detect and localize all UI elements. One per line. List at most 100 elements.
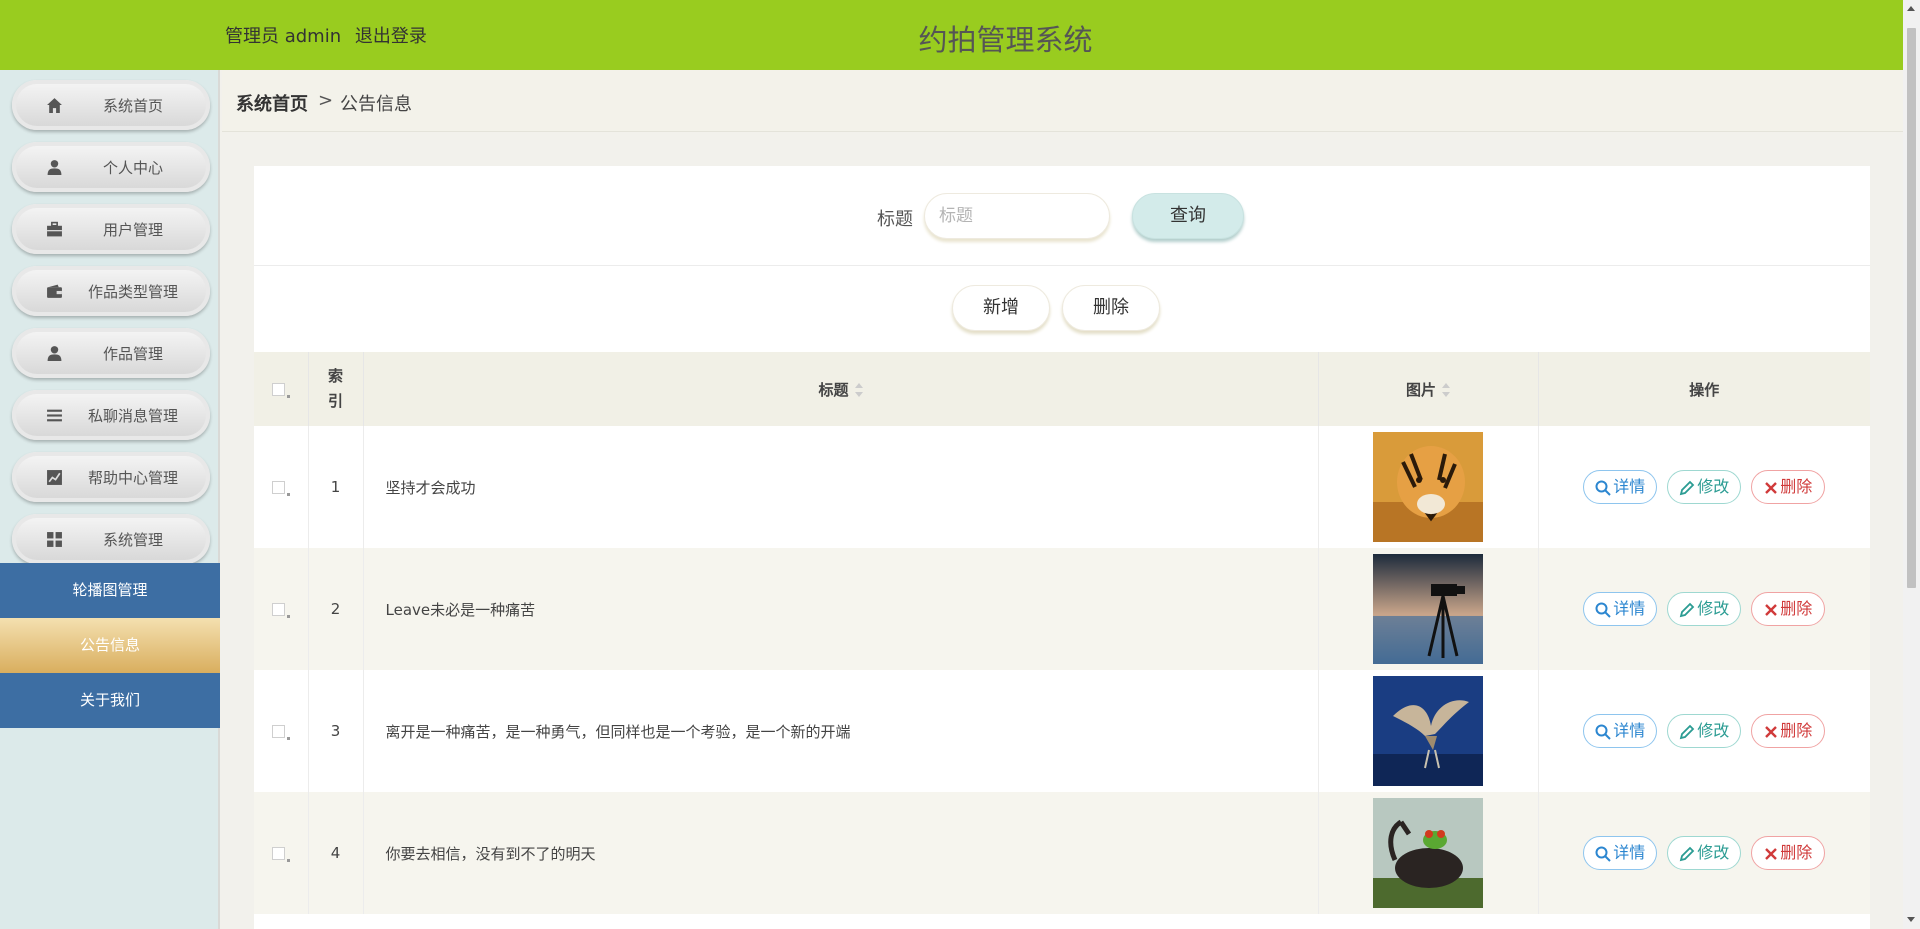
breadcrumb-home[interactable]: 系统首页 [236,90,308,116]
row-image-cell [1318,792,1539,914]
menu-item-work-types[interactable]: 作品类型管理 [12,266,210,316]
breadcrumb-current: 公告信息 [340,94,412,115]
table-row: 2 Leave未必是一种痛苦 详情 修改 删除 [254,548,1870,670]
sidebar: 系统首页 个人中心 用户管理 作品类型管理 作品管理 私聊消息管理 帮助中心管理… [0,70,220,929]
edit-label: 修改 [1697,721,1730,740]
detail-button[interactable]: 详情 [1583,592,1658,626]
edit-button[interactable]: 修改 [1667,836,1742,870]
title-header-label: 标题 [818,380,849,399]
bird-image [1373,676,1483,786]
content-card: 标题 查询 新增 删除 索引 标题 图片 操作 1坚持才会成功详情修改删除2Le… [254,166,1870,929]
row-ops: 详情 修改 删除 [1538,548,1870,670]
delete-label: 删除 [1780,477,1813,496]
row-checkbox[interactable] [271,725,285,738]
title-header[interactable]: 标题 [363,352,1319,426]
delete-button[interactable]: 删除 [1751,714,1826,748]
submenu-notice[interactable]: 公告信息 [0,618,220,673]
tripod-image [1373,554,1483,664]
select-all-checkbox[interactable] [271,383,285,396]
menu-item-users[interactable]: 用户管理 [12,204,210,254]
submenu-about[interactable]: 关于我们 [0,673,220,728]
menu-item-system[interactable]: 系统管理 [12,514,210,564]
detail-label: 详情 [1613,721,1646,740]
menu-item-works[interactable]: 作品管理 [12,328,210,378]
row-select-cell [254,548,309,670]
user-icon [47,160,62,175]
detail-button[interactable]: 详情 [1583,836,1658,870]
row-checkbox[interactable] [271,603,285,616]
system-title: 约拍管理系统 [918,23,1093,57]
tiger-image [1373,432,1483,542]
submenu-carousel[interactable]: 轮播图管理 [0,563,220,618]
row-title: 你要去相信，没有到不了的明天 [363,792,1319,914]
dot-mark [286,859,290,862]
ops-header-label: 操作 [1689,380,1720,399]
edit-label: 修改 [1697,599,1730,618]
menu-item-home[interactable]: 系统首页 [12,80,210,130]
search-icon [1595,846,1611,862]
row-checkbox[interactable] [271,481,285,494]
list-icon [47,409,62,422]
table-row: 1 坚持才会成功 详情 修改 删除 [254,426,1870,548]
menu-item-messages[interactable]: 私聊消息管理 [12,390,210,440]
row-select-cell [254,426,309,548]
edit-button[interactable]: 修改 [1667,714,1742,748]
menu-label: 作品管理 [102,345,163,363]
row-image-cell [1318,426,1539,548]
close-icon [1765,603,1778,616]
table-row: 4 你要去相信，没有到不了的明天 详情 修改 删除 [254,792,1870,914]
grid-icon [47,532,62,547]
row-title: Leave未必是一种痛苦 [363,548,1319,670]
row-ops: 详情 修改 删除 [1538,426,1870,548]
row-image-cell [1318,548,1539,670]
dot-mark [286,615,290,618]
edit-button[interactable]: 修改 [1667,592,1742,626]
scroll-down-arrow[interactable] [1907,917,1915,922]
sort-icon[interactable] [854,383,863,397]
menu-item-profile[interactable]: 个人中心 [12,142,210,192]
pencil-icon [1679,602,1695,617]
row-index: 3 [308,670,364,792]
delete-button[interactable]: 删除 [1751,592,1826,626]
select-all-cell [254,352,309,426]
notice-table: 索引 标题 图片 操作 1 坚持才会成功 详情 修改 删除 2 Leave未必是一种痛苦 详情… [254,352,1870,914]
frog-beetle-image [1373,798,1483,908]
row-ops: 详情 修改 删除 [1538,670,1870,792]
wallet-icon [47,284,62,298]
query-button[interactable]: 查询 [1132,193,1244,239]
menu-label: 私聊消息管理 [87,407,178,425]
delete-button[interactable]: 删除 [1751,836,1826,870]
search-icon [1595,480,1611,496]
add-button[interactable]: 新增 [952,285,1050,331]
menu-label: 帮助中心管理 [87,469,178,487]
action-bar: 新增 删除 [254,266,1870,352]
row-index: 4 [308,792,364,914]
detail-label: 详情 [1613,599,1646,618]
row-select-cell [254,670,309,792]
sort-icon[interactable] [1442,383,1450,397]
image-header-label: 图片 [1405,380,1436,399]
ops-header: 操作 [1538,352,1870,426]
search-bar: 标题 查询 [254,166,1870,266]
search-input[interactable] [924,193,1110,239]
page-scrollbar[interactable] [1903,0,1920,929]
scroll-up-arrow[interactable] [1907,6,1915,11]
edit-label: 修改 [1697,843,1730,862]
dot-mark [286,395,290,398]
detail-button[interactable]: 详情 [1583,470,1658,504]
delete-button[interactable]: 删除 [1751,470,1826,504]
row-title: 离开是一种痛苦，是一种勇气，但同样也是一个考验，是一个新的开端 [363,670,1319,792]
delete-label: 删除 [1780,843,1813,862]
edit-button[interactable]: 修改 [1667,470,1742,504]
batch-delete-button[interactable]: 删除 [1062,285,1160,331]
row-checkbox[interactable] [271,847,285,860]
menu-item-help[interactable]: 帮助中心管理 [12,452,210,502]
breadcrumb: 系统首页 > 公告信息 [222,70,1903,132]
search-icon [1595,724,1611,740]
scrollbar-thumb[interactable] [1907,28,1916,588]
image-header[interactable]: 图片 [1318,352,1539,426]
close-icon [1765,481,1778,494]
delete-label: 删除 [1780,599,1813,618]
detail-label: 详情 [1613,477,1646,496]
detail-button[interactable]: 详情 [1583,714,1658,748]
